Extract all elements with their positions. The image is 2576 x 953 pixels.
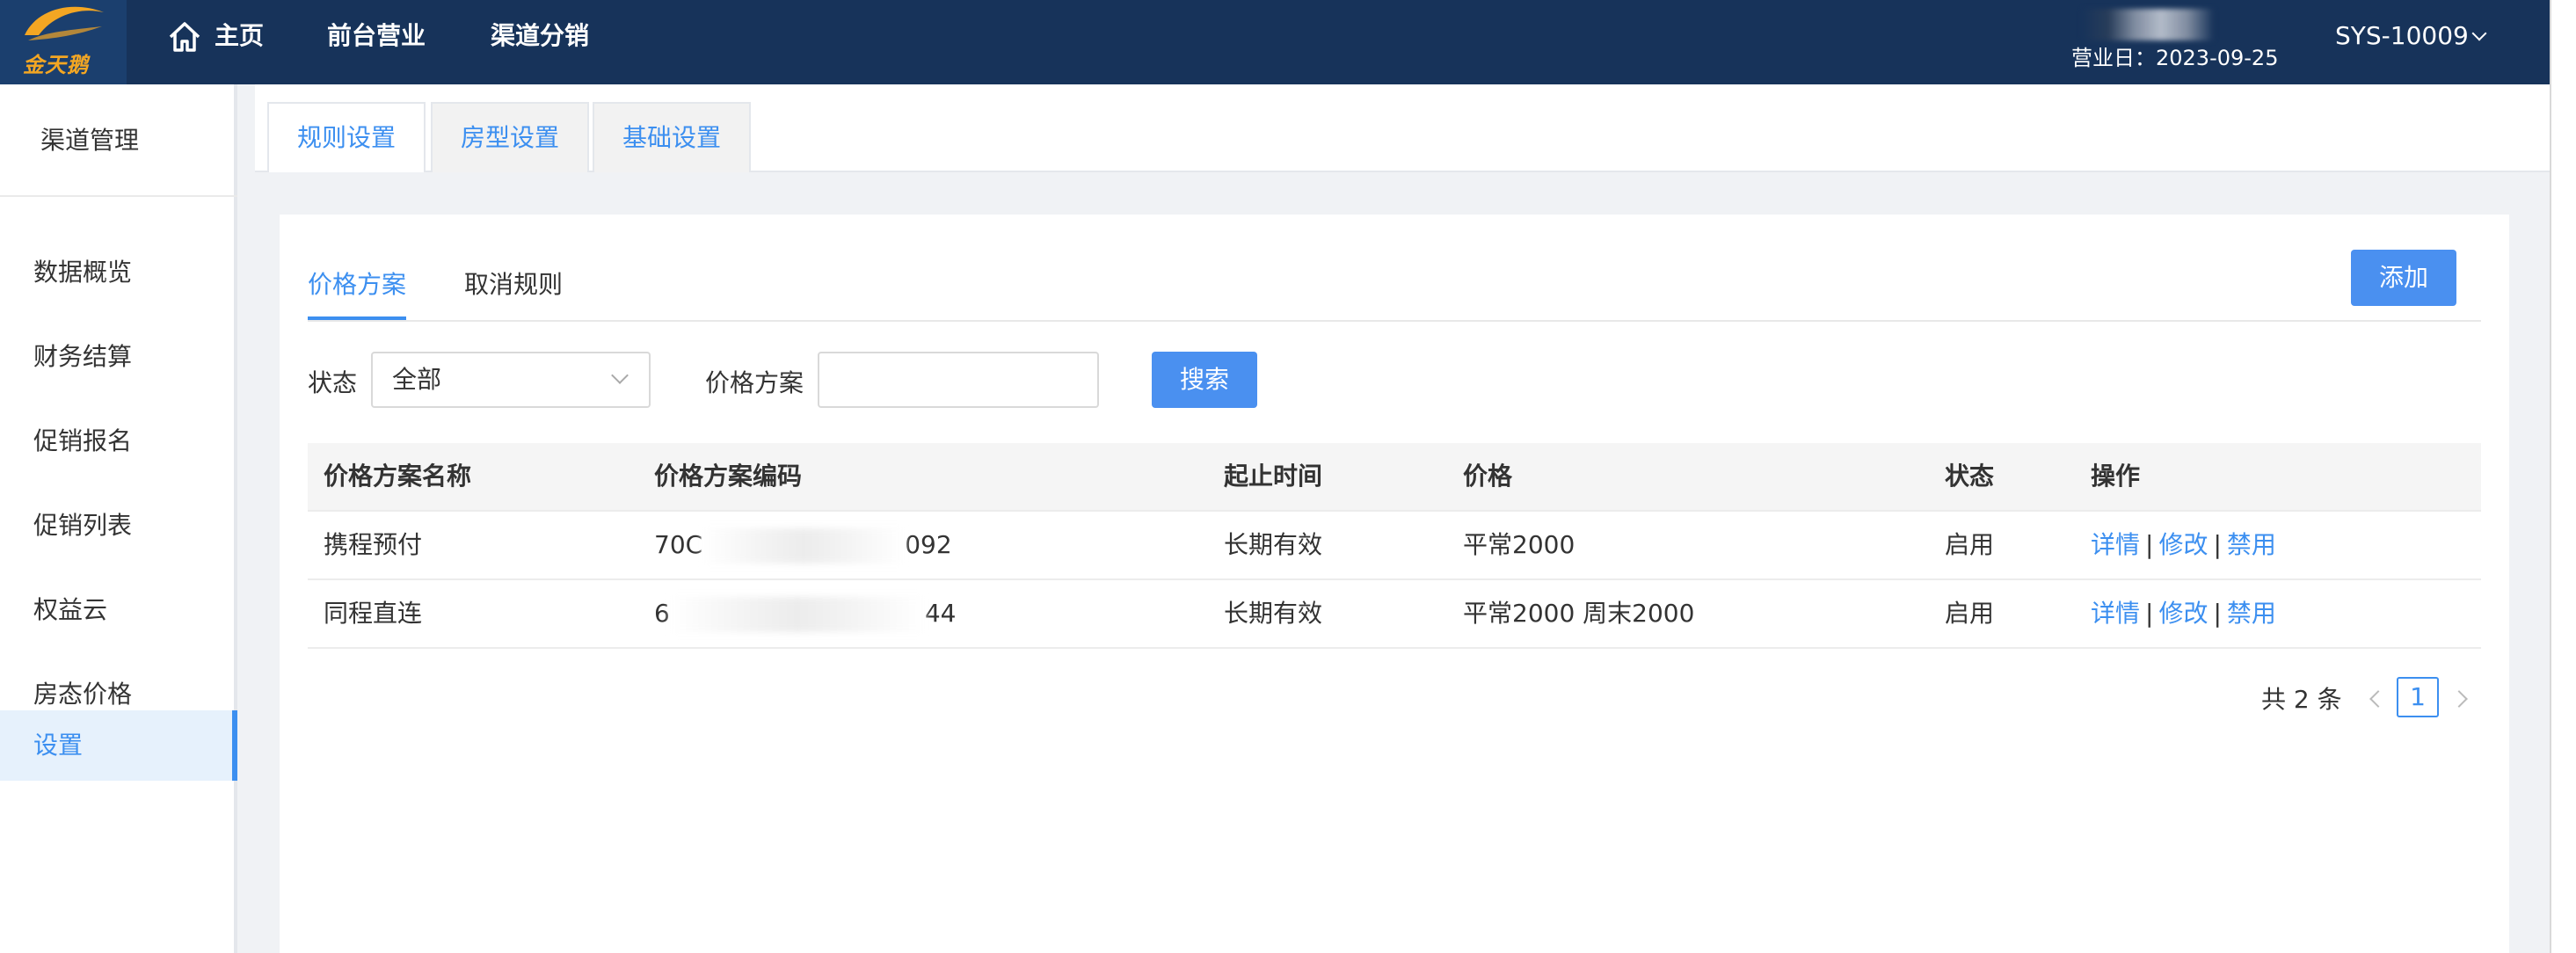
subtab-price-plan[interactable]: 价格方案 [308,266,406,301]
nav-front-desk[interactable]: 前台营业 [327,0,426,84]
header-period: 起止时间 [1224,462,1323,491]
header-actions: 操作 [2091,462,2141,491]
pagination-total: 共 2 条 [2261,685,2342,714]
action-separator: | [2145,530,2154,559]
cell-plan-name: 携程预付 [324,530,423,559]
business-date: 营业日：2023-09-25 [2071,46,2279,70]
plan-code-redacted [669,597,925,632]
system-account-menu[interactable]: SYS-10009 [2335,21,2487,50]
header-status: 状态 [1945,462,1995,491]
tab-basic-settings[interactable]: 基础设置 [593,102,751,172]
nav-channel-distribution[interactable]: 渠道分销 [491,0,589,84]
sidebar-item-promo-list[interactable]: 促销列表 [0,491,237,561]
cell-price: 平常2000 [1463,530,1575,559]
chevron-down-icon [2471,25,2487,41]
plan-code-start: 70C [654,530,703,559]
sidebar-item-promo-signup[interactable]: 促销报名 [0,406,237,476]
plan-code-end: 44 [924,599,957,628]
action-separator: | [2213,530,2222,559]
price-plan-input[interactable] [818,352,1099,408]
logo-swoosh-icon [25,6,104,40]
cell-plan-name: 同程直连 [324,599,423,628]
cell-actions: 详情 | 修改 | 禁用 [2091,580,2276,647]
sidebar-divider [0,195,237,197]
cell-price: 平常2000 周末2000 [1463,599,1695,628]
subtab-active-indicator [308,316,406,320]
chevron-right-icon[interactable] [2450,690,2468,708]
action-separator: | [2213,599,2222,628]
logo-text: 金天鹅 [23,53,89,77]
chevron-down-icon [611,367,629,384]
user-name-redacted [2082,9,2214,40]
content-tab-bar: 规则设置 房型设置 基础设置 [255,84,2550,172]
sidebar-item-settings[interactable]: 设置 [0,710,237,781]
plan-code-end: 092 [905,530,952,559]
disable-link[interactable]: 禁用 [2227,599,2276,628]
cell-status: 启用 [1945,530,1995,559]
tab-room-type-settings[interactable]: 房型设置 [431,102,589,172]
sidebar-item-data-overview[interactable]: 数据概览 [0,237,237,308]
search-button[interactable]: 搜索 [1152,352,1257,408]
table-row: 携程预付 70C 092 长期有效 平常2000 启用 详情 | 修改 | 禁用 [308,512,2481,580]
price-plan-card: 价格方案 取消规则 添加 状态 全部 价格方案 搜索 价格方案名称 价格方案编码… [280,215,2509,953]
cell-status: 启用 [1945,599,1995,628]
app-logo[interactable]: 金天鹅 [0,0,127,84]
edit-link[interactable]: 修改 [2158,530,2208,559]
header-price: 价格 [1463,462,1513,491]
chevron-left-icon[interactable] [2369,690,2387,708]
plan-code-redacted [702,528,906,564]
subtab-divider [308,320,2481,322]
top-navbar: 金天鹅 主页 前台营业 渠道分销 营业日：2023-09-25 SYS-1000… [0,0,2550,84]
table-header: 价格方案名称 价格方案编码 起止时间 价格 状态 操作 [308,443,2481,512]
nav-home[interactable]: 主页 [215,0,264,72]
sidebar: 渠道管理 数据概览 财务结算 促销报名 促销列表 权益云 房态价格 设置 [0,84,237,953]
sidebar-item-finance[interactable]: 财务结算 [0,322,237,392]
cell-period: 长期有效 [1224,599,1323,628]
pagination-page-current[interactable]: 1 [2397,677,2439,717]
cell-plan-code: 70C 092 [654,512,952,578]
plan-code-start: 6 [654,599,670,628]
price-plan-table: 价格方案名称 价格方案编码 起止时间 价格 状态 操作 携程预付 70C 092 … [308,443,2481,649]
window-scrollbar[interactable] [2550,0,2576,953]
home-icon[interactable] [167,19,202,55]
sidebar-title: 渠道管理 [40,126,140,155]
system-id-label: SYS-10009 [2335,21,2469,50]
detail-link[interactable]: 详情 [2091,530,2140,559]
header-plan-name: 价格方案名称 [324,462,472,491]
cell-period: 长期有效 [1224,530,1323,559]
add-button[interactable]: 添加 [2351,250,2456,306]
cell-actions: 详情 | 修改 | 禁用 [2091,512,2276,578]
table-row: 同程直连 6 44 长期有效 平常2000 周末2000 启用 详情 | 修改 | 禁用 [308,580,2481,649]
tab-rule-settings[interactable]: 规则设置 [267,102,426,172]
status-select[interactable]: 全部 [371,352,651,408]
cell-plan-code: 6 44 [654,580,956,647]
header-plan-code: 价格方案编码 [654,462,803,491]
price-plan-filter-label: 价格方案 [705,368,804,397]
status-filter-label: 状态 [308,368,358,397]
edit-link[interactable]: 修改 [2158,599,2208,628]
sidebar-item-rights-cloud[interactable]: 权益云 [0,575,237,645]
action-separator: | [2145,599,2154,628]
detail-link[interactable]: 详情 [2091,599,2140,628]
disable-link[interactable]: 禁用 [2227,530,2276,559]
subtab-cancel-rules[interactable]: 取消规则 [464,266,563,301]
status-select-value: 全部 [392,365,442,394]
